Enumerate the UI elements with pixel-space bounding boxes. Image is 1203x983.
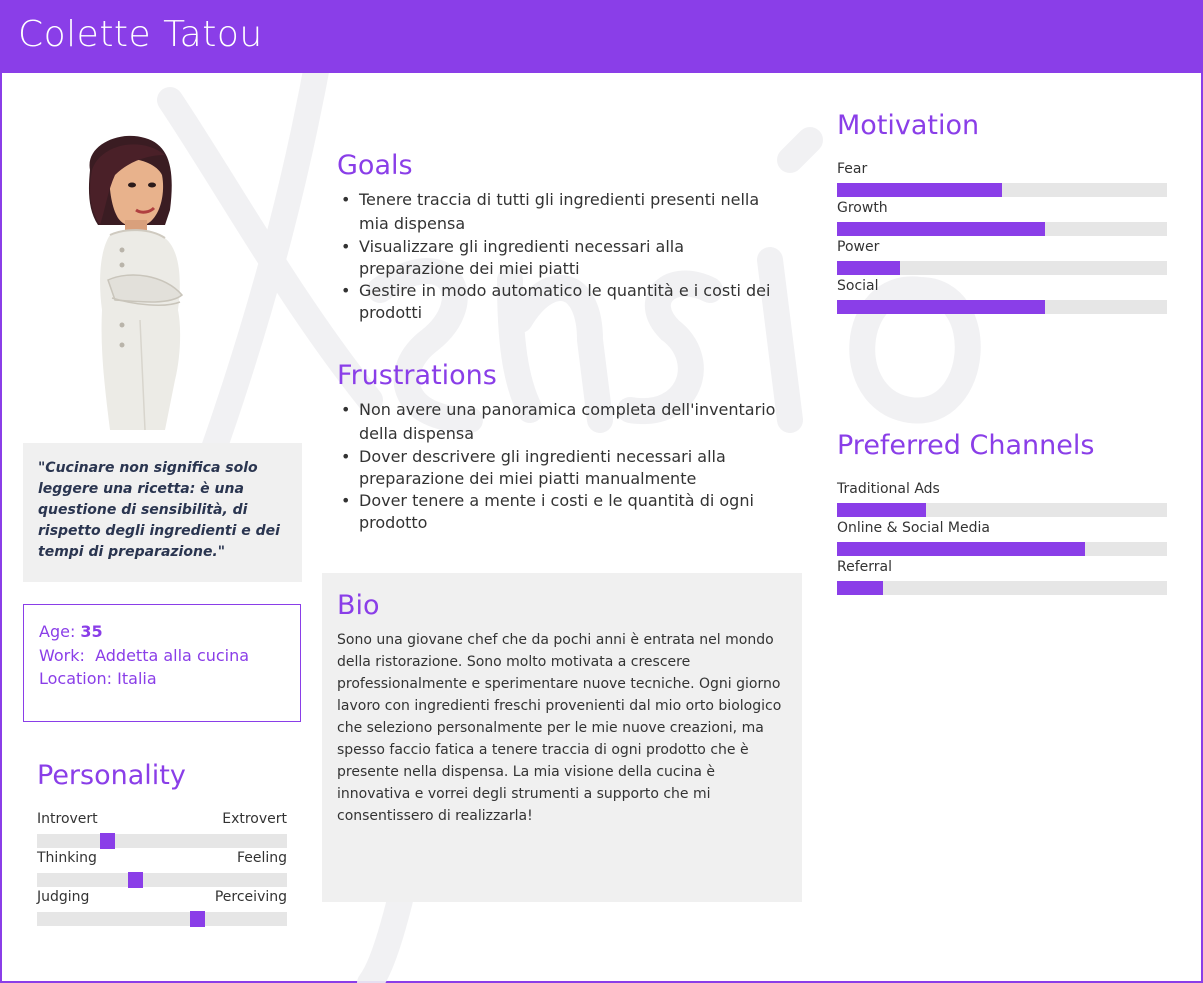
bio-text: Sono una giovane chef che da pochi anni … bbox=[337, 632, 782, 824]
frustration-item: Dover tenere a mente i costi e le quanti… bbox=[337, 490, 777, 534]
frustration-item: Non avere una panoramica completa dell'i… bbox=[337, 398, 777, 446]
bar-track bbox=[837, 183, 1167, 197]
location-row: Location: Italia bbox=[39, 669, 157, 688]
bar-track bbox=[837, 503, 1167, 517]
slider-left-label: Introvert bbox=[37, 811, 98, 827]
quote-panel: "Cucinare non significa solo leggere una… bbox=[23, 443, 302, 582]
personality-title: Personality bbox=[37, 760, 186, 791]
info-panel: Age: 35 Work: Addetta alla cucina Locati… bbox=[23, 604, 301, 722]
bar-track bbox=[837, 261, 1167, 275]
bar-fill bbox=[837, 261, 900, 275]
goals-list: Tenere traccia di tutti gli ingredienti … bbox=[337, 188, 787, 324]
bar-fill bbox=[837, 581, 884, 595]
goal-item: Gestire in modo automatico le quantità e… bbox=[337, 280, 787, 324]
bio-title: Bio bbox=[337, 590, 380, 621]
slider-knob bbox=[190, 911, 205, 927]
bar-track bbox=[837, 300, 1167, 314]
work-row: Work: Addetta alla cucina bbox=[39, 646, 249, 665]
bar-track bbox=[837, 222, 1167, 236]
location-value: Italia bbox=[117, 669, 157, 688]
bar-label: Social bbox=[837, 278, 879, 294]
motivation-title: Motivation bbox=[837, 110, 980, 141]
channels-title: Preferred Channels bbox=[837, 430, 1095, 461]
age-row: Age: 35 bbox=[39, 622, 103, 641]
frustration-item: Dover descrivere gli ingredienti necessa… bbox=[337, 446, 777, 490]
bar-label: Growth bbox=[837, 200, 888, 216]
slider-track bbox=[37, 911, 287, 927]
slider-right-label: Perceiving bbox=[214, 889, 287, 905]
header-bar: Colette Tatou bbox=[0, 0, 1203, 73]
slider-knob bbox=[100, 833, 115, 849]
age-value: 35 bbox=[80, 622, 103, 641]
work-label: Work: bbox=[39, 646, 90, 665]
bar-fill bbox=[837, 300, 1045, 314]
frustrations-title: Frustrations bbox=[337, 360, 497, 391]
slider-track bbox=[37, 833, 287, 849]
bio-panel: Bio Sono una giovane chef che da pochi a… bbox=[322, 573, 802, 902]
persona-name: Colette Tatou bbox=[18, 14, 263, 55]
bar-fill bbox=[837, 222, 1045, 236]
bar-label: Traditional Ads bbox=[837, 481, 940, 497]
goal-item: Tenere traccia di tutti gli ingredienti … bbox=[337, 188, 787, 236]
slider-knob bbox=[128, 872, 143, 888]
bar-label: Fear bbox=[837, 161, 868, 177]
bar-track bbox=[837, 542, 1167, 556]
goal-item: Visualizzare gli ingredienti necessari a… bbox=[337, 236, 787, 280]
slider-track bbox=[37, 872, 287, 888]
slider-left-label: Judging bbox=[37, 889, 90, 905]
bar-fill bbox=[837, 503, 927, 517]
persona-avatar bbox=[88, 135, 184, 430]
slider-left-label: Thinking bbox=[37, 850, 97, 866]
slider-right-label: Extrovert bbox=[222, 811, 287, 827]
bar-label: Online & Social Media bbox=[837, 520, 990, 536]
persona-quote: "Cucinare non significa solo leggere una… bbox=[38, 460, 280, 560]
frustrations-list: Non avere una panoramica completa dell'i… bbox=[337, 398, 777, 534]
location-label: Location: bbox=[39, 669, 118, 688]
slider-right-label: Feeling bbox=[236, 850, 287, 866]
age-label: Age: bbox=[39, 622, 81, 641]
bar-fill bbox=[837, 542, 1085, 556]
bar-track bbox=[837, 581, 1167, 595]
bar-fill bbox=[837, 183, 1002, 197]
goals-title: Goals bbox=[337, 150, 413, 181]
work-value: Addetta alla cucina bbox=[95, 646, 250, 665]
bar-label: Referral bbox=[837, 559, 892, 575]
bar-label: Power bbox=[837, 239, 880, 255]
